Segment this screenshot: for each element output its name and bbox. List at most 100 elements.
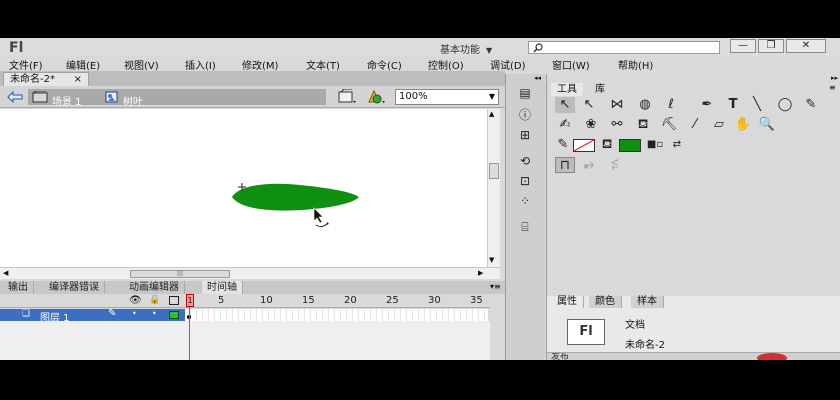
panel-menu-icon[interactable]: ▾≡ xyxy=(490,282,501,291)
subselection-tool-icon[interactable]: ↖ xyxy=(579,97,599,113)
zoom-tool-icon[interactable]: 🔍 xyxy=(757,117,777,133)
stroke-color-swatch[interactable] xyxy=(573,139,595,152)
tab-motion-editor[interactable]: 动画编辑器 xyxy=(124,281,185,294)
black-white-icon[interactable]: ■▫ xyxy=(645,137,665,153)
menu-modify[interactable]: 修改(M) xyxy=(242,57,278,72)
swap-colors-icon[interactable]: ⇄ xyxy=(667,137,687,153)
pencil-tool-icon[interactable]: ✎ xyxy=(801,97,821,113)
fill-color-swatch[interactable] xyxy=(619,139,641,152)
selection-tool-icon[interactable]: ↖ xyxy=(555,97,575,113)
transform-icon[interactable]: ⟲ xyxy=(516,154,534,168)
scroll-left-icon[interactable]: ◀ xyxy=(3,269,8,277)
breadcrumb-symbol[interactable]: 树叶 xyxy=(123,93,143,108)
scroll-down-icon[interactable]: ▼ xyxy=(489,256,494,264)
collapse-arrows-icon[interactable]: ◂◂ xyxy=(534,74,541,82)
scroll-thumb[interactable]: ||| xyxy=(130,270,230,278)
tab-tools[interactable]: 工具 xyxy=(551,83,583,96)
lasso-tool-icon[interactable]: ℓ xyxy=(661,97,681,113)
oval-tool-icon[interactable]: ◯ xyxy=(775,97,795,113)
bone-tool-icon[interactable]: ⚯ xyxy=(607,117,627,133)
publish-section-header[interactable]: 发布 xyxy=(547,352,840,360)
stage-horizontal-scrollbar[interactable]: ◀ ||| ▶ xyxy=(0,267,500,279)
menu-help[interactable]: 帮助(H) xyxy=(618,57,653,72)
edit-symbols-icon[interactable] xyxy=(338,89,358,105)
code-snippets-icon[interactable]: ⌸ xyxy=(516,220,534,234)
scroll-thumb[interactable] xyxy=(489,163,499,179)
timeline-frames[interactable] xyxy=(185,309,488,321)
bottom-panel-tabs: 输出 编译器错误 动画编辑器 时间轴 ▾≡ xyxy=(0,281,505,294)
align-icon[interactable]: ⊞ xyxy=(516,128,534,142)
eraser-tool-icon[interactable]: ▱ xyxy=(709,117,729,133)
tab-swatches[interactable]: 样本 xyxy=(631,296,664,308)
smooth-icon[interactable]: ⥶ xyxy=(605,157,625,173)
menu-view[interactable]: 视图(V) xyxy=(124,57,159,72)
stage-canvas[interactable] xyxy=(0,109,487,267)
lock-icon[interactable]: 🔒 xyxy=(149,295,160,305)
brush-tool-icon[interactable]: ✍ xyxy=(555,117,575,133)
eye-icon[interactable]: 👁 xyxy=(129,295,142,306)
stage-vertical-scrollbar[interactable]: ▲ ▼ xyxy=(487,109,500,267)
info-icon[interactable]: ⓘ xyxy=(516,108,534,122)
fill-bucket-icon: ⛾ xyxy=(601,137,613,152)
tab-timeline[interactable]: 时间轴 xyxy=(202,281,243,294)
search-input[interactable] xyxy=(528,41,720,54)
eyedropper-tool-icon[interactable]: ⁄ xyxy=(685,117,705,133)
collapse-arrows-icon[interactable]: ▸▸ xyxy=(831,74,838,82)
close-icon[interactable]: × xyxy=(74,73,82,86)
outline-color-swatch[interactable] xyxy=(169,311,179,319)
tab-output[interactable]: 输出 xyxy=(3,281,34,294)
paint-bucket-tool-icon[interactable]: ⛾ xyxy=(633,117,653,133)
document-type: 文档 xyxy=(625,320,645,331)
menu-edit[interactable]: 编辑(E) xyxy=(66,57,100,72)
ink-bottle-tool-icon[interactable]: ⛏ xyxy=(659,117,679,133)
menu-control[interactable]: 控制(O) xyxy=(428,57,464,72)
object-drawing-icon[interactable]: ⊓ xyxy=(555,157,575,173)
tab-library[interactable]: 库 xyxy=(589,83,611,96)
outline-icon[interactable] xyxy=(169,296,179,305)
graphic-symbol-icon xyxy=(105,91,118,103)
back-arrow-icon[interactable] xyxy=(7,91,23,103)
flash-window: Fl 基本功能 ▼ — ❐ ✕ 文件(F) 编辑(E) 视图(V) 插入(I) 修… xyxy=(0,38,840,360)
motion-presets-icon[interactable]: ⁘ xyxy=(516,194,534,208)
menu-file[interactable]: 文件(F) xyxy=(9,57,43,72)
layer-icon: ❏ xyxy=(22,309,31,319)
document-tab[interactable]: 未命名-2* × xyxy=(3,72,89,86)
layer-row[interactable]: ❏ 图层 1 ✎ • • xyxy=(0,308,185,324)
line-tool-icon[interactable]: ╲ xyxy=(747,97,767,113)
components-icon[interactable]: ⊡ xyxy=(516,174,534,188)
tab-properties[interactable]: 属性 xyxy=(551,296,584,308)
edit-scene-icon[interactable] xyxy=(365,89,387,105)
scroll-up-icon[interactable]: ▲ xyxy=(489,110,494,118)
breadcrumb-scene[interactable]: 场景 1 xyxy=(52,93,82,108)
free-transform-tool-icon[interactable]: ⋈ xyxy=(607,97,627,113)
close-button[interactable]: ✕ xyxy=(786,39,826,53)
restore-button[interactable]: ❐ xyxy=(758,39,784,53)
menu-window[interactable]: 窗口(W) xyxy=(552,57,590,72)
workspace-switcher[interactable]: 基本功能 ▼ xyxy=(440,41,492,56)
snap-to-objects-icon[interactable]: ⥵ xyxy=(579,157,599,173)
menu-commands[interactable]: 命令(C) xyxy=(367,57,402,72)
pen-tool-icon[interactable]: ✒ xyxy=(697,97,717,113)
menu-insert[interactable]: 插入(I) xyxy=(185,57,216,72)
minimize-button[interactable]: — xyxy=(730,39,756,53)
stage-artwork xyxy=(232,183,359,228)
tab-color[interactable]: 颜色 xyxy=(589,296,622,308)
playhead[interactable]: 1 xyxy=(186,294,194,360)
deco-tool-icon[interactable]: ❀ xyxy=(581,117,601,133)
zoom-select[interactable]: 100% ▼ xyxy=(395,89,499,105)
frame-number: 35 xyxy=(470,295,483,306)
chevron-down-icon: ▼ xyxy=(486,46,493,55)
3d-rotation-tool-icon[interactable]: ◍ xyxy=(635,97,655,113)
panel-menu-icon[interactable]: ≡ xyxy=(829,83,836,92)
document-name: 未命名-2 xyxy=(625,340,665,351)
swatches-icon[interactable]: ▤ xyxy=(516,86,534,100)
menu-debug[interactable]: 调试(D) xyxy=(490,57,526,72)
menu-text[interactable]: 文本(T) xyxy=(306,57,340,72)
scroll-right-icon[interactable]: ▶ xyxy=(478,269,483,277)
text-tool-icon[interactable]: T xyxy=(723,97,743,113)
frame-number: 5 xyxy=(218,295,225,306)
visibility-dot[interactable]: • xyxy=(132,309,137,318)
tab-compiler-errors[interactable]: 编译器错误 xyxy=(44,281,105,294)
hand-tool-icon[interactable]: ✋ xyxy=(733,117,753,133)
lock-dot[interactable]: • xyxy=(152,309,157,318)
